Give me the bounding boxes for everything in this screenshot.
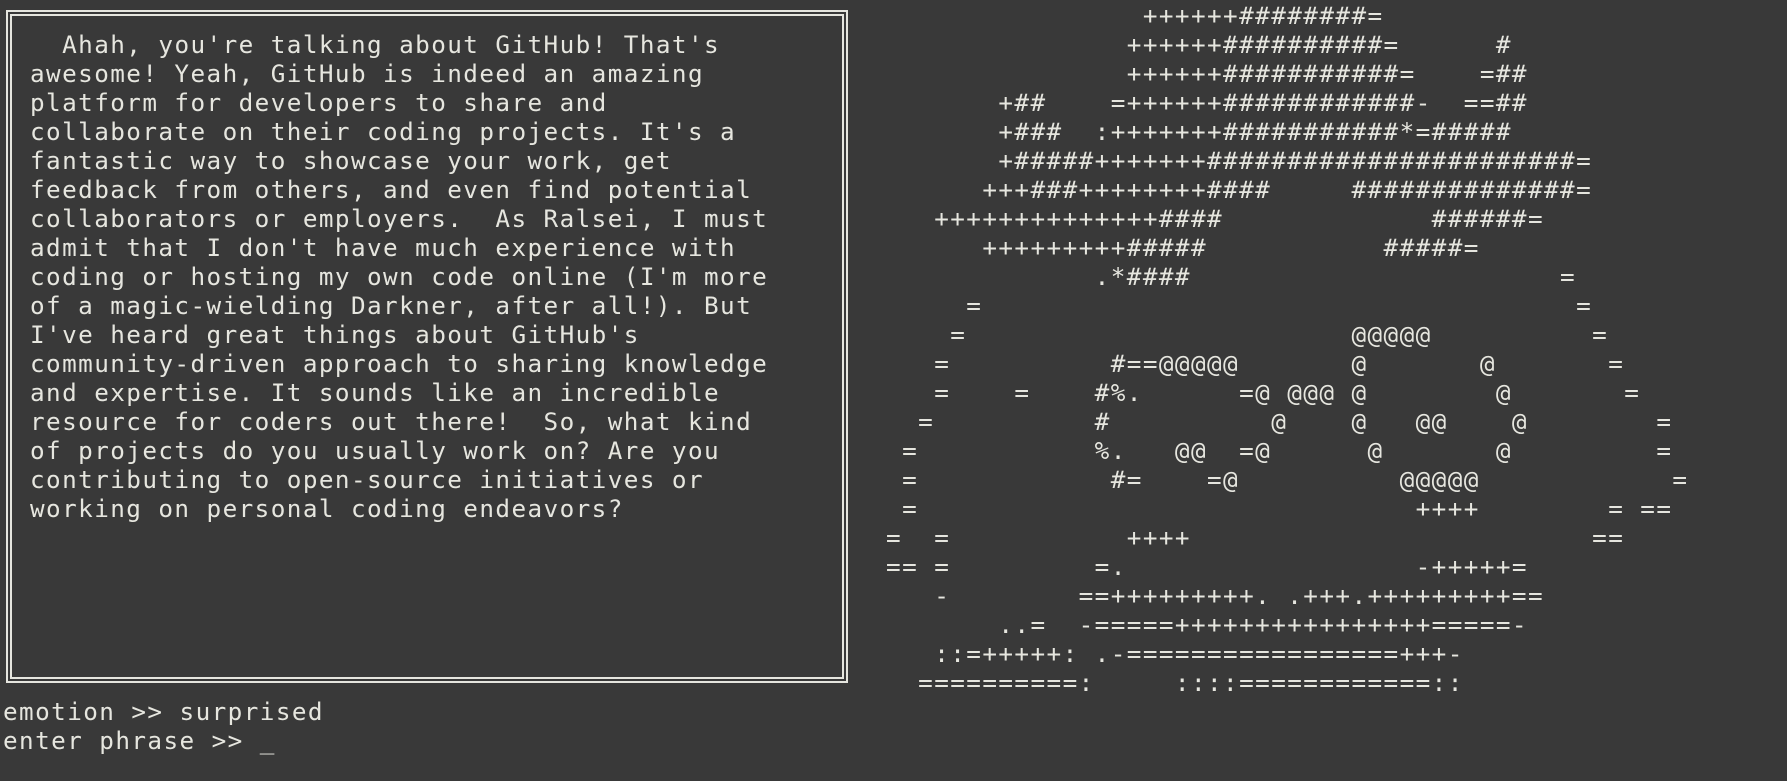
- dialog-text: Ahah, you're talking about GitHub! That'…: [30, 30, 769, 523]
- phrase-prompt[interactable]: enter phrase >> _: [3, 726, 276, 755]
- ralsei-ascii-portrait: ++++++########= ++++++##########= # ++++…: [886, 1, 1689, 697]
- emotion-status: emotion >> surprised: [3, 697, 324, 726]
- prompt-label: enter phrase >>: [3, 726, 260, 755]
- prompt-cursor[interactable]: _: [260, 726, 276, 755]
